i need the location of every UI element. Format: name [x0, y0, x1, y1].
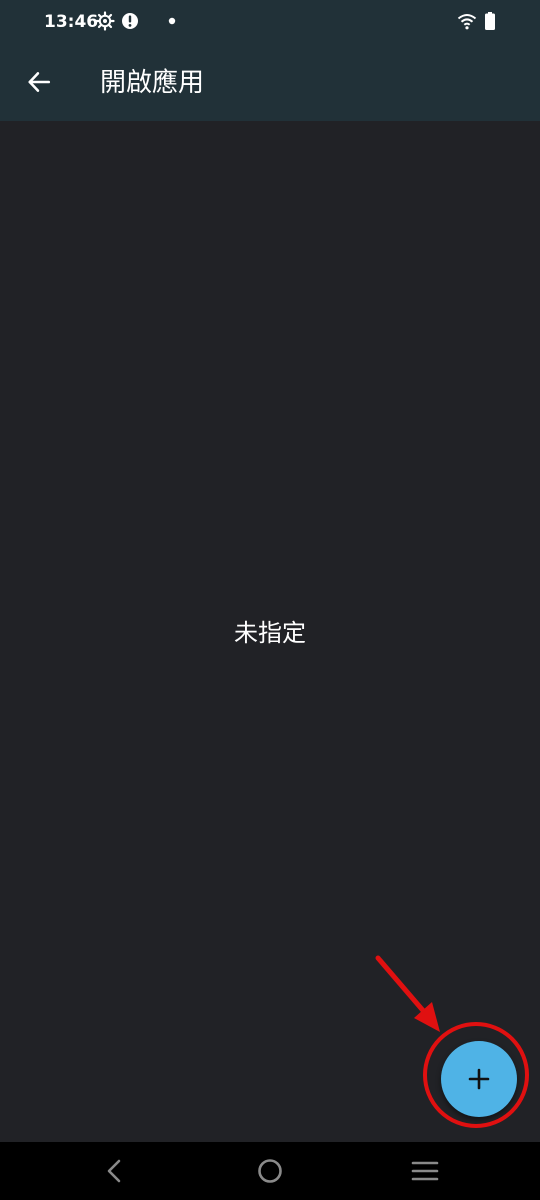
empty-state-text: 未指定: [234, 619, 306, 647]
arrow-left-icon: [28, 72, 51, 92]
wifi-icon: [457, 14, 477, 30]
navigation-bar: [0, 1142, 540, 1200]
alert-icon: [122, 13, 138, 29]
add-button[interactable]: [441, 1041, 517, 1117]
settings-gear-icon: [95, 11, 115, 31]
toolbar: 開啟應用: [0, 44, 540, 121]
app-bar: 13:46 開啟應用: [0, 0, 540, 121]
recents-nav-icon: [411, 1161, 439, 1181]
status-bar: 13:46: [0, 0, 540, 44]
back-nav-icon: [107, 1159, 121, 1183]
status-time: 13:46: [44, 12, 99, 32]
plus-icon: [468, 1068, 490, 1090]
home-nav-icon: [258, 1159, 282, 1183]
nav-recents-button[interactable]: [410, 1156, 440, 1186]
back-button[interactable]: [20, 63, 58, 101]
nav-back-button[interactable]: [99, 1156, 129, 1186]
battery-icon: [485, 12, 495, 30]
notification-dot-icon: [168, 17, 176, 25]
nav-home-button[interactable]: [255, 1156, 285, 1186]
content-area: 未指定: [0, 121, 540, 1142]
page-title: 開啟應用: [100, 68, 205, 98]
